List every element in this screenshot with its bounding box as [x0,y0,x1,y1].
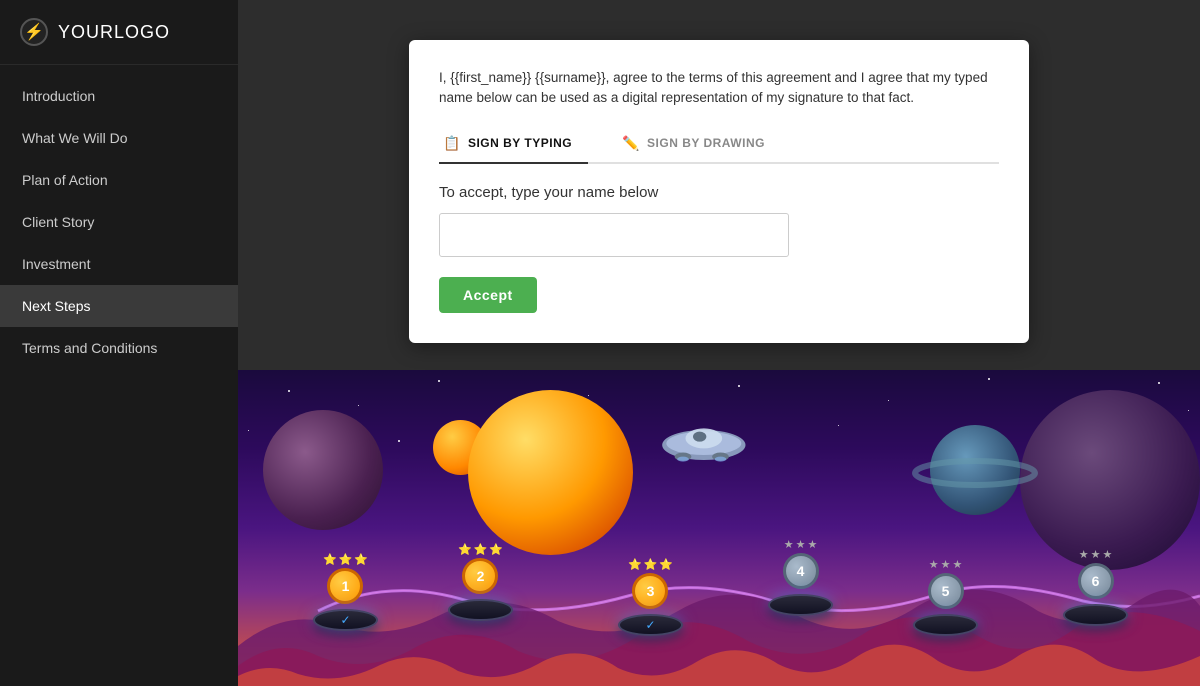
badge-circle-3: 3 [632,573,668,609]
star-1-2: ⭐ [339,553,353,566]
name-input[interactable] [439,213,789,257]
planet-ring [910,453,1040,493]
star-5 [738,385,740,387]
sidebar-item-plan-of-action[interactable]: Plan of Action [0,159,238,201]
badge-3: ⭐ ⭐ ⭐ 3 [628,558,673,609]
star-5-3: ★ [952,558,962,571]
badge-4-stars: ★ ★ ★ [784,538,818,551]
badge-circle-4: 4 [783,553,819,589]
star-2 [358,405,359,406]
badge-2-stars: ⭐ ⭐ ⭐ [458,543,503,556]
star-2-1: ⭐ [458,543,472,556]
star-10 [248,430,249,431]
star-14 [1188,410,1189,411]
platform-disc-2 [448,599,513,621]
drawing-icon: ✏️ [622,135,640,152]
upper-area: I, {{first_name}} {{surname}}, agree to … [238,0,1200,370]
typing-icon: 📋 [443,135,461,152]
space-background: ⭐ ⭐ ⭐ 1 ✓ ⭐ ⭐ ⭐ 2 [238,370,1200,686]
tabs-row: 📋 SIGN BY TYPING ✏️ SIGN BY DRAWING [439,127,999,164]
tab-typing-label: SIGN BY TYPING [468,136,572,150]
sidebar-item-next-steps[interactable]: Next Steps [0,285,238,327]
sidebar-item-client-story[interactable]: Client Story [0,201,238,243]
badge-circle-5: 5 [928,573,964,609]
platform-disc-6 [1063,604,1128,626]
main-content: I, {{first_name}} {{surname}}, agree to … [238,0,1200,686]
star-2-3: ⭐ [489,543,503,556]
badge-circle-6: 6 [1078,563,1114,599]
platform-disc-3: ✓ [618,614,683,636]
sidebar: ⚡ YOURLOGO Introduction What We Will Do … [0,0,238,686]
badge-5-stars: ★ ★ ★ [929,558,963,571]
star-6-1: ★ [1079,548,1089,561]
tab-sign-typing[interactable]: 📋 SIGN BY TYPING [439,127,588,164]
platform-check-1: ✓ [340,613,350,627]
spaceship [658,420,758,470]
badge-6-stars: ★ ★ ★ [1079,548,1113,561]
accept-button[interactable]: Accept [439,277,537,313]
badge-2: ⭐ ⭐ ⭐ 2 [458,543,503,594]
logo-light: LOGO [114,22,170,42]
star-4 [588,395,589,396]
star-7 [988,378,990,380]
sidebar-item-investment[interactable]: Investment [0,243,238,285]
logo-text: YOURLOGO [58,22,170,43]
star-12 [838,425,839,426]
badge-3-stars: ⭐ ⭐ ⭐ [628,558,673,571]
star-6 [888,400,889,401]
modal-card: I, {{first_name}} {{surname}}, agree to … [409,40,1029,343]
star-4-3: ★ [807,538,817,551]
tab-sign-drawing[interactable]: ✏️ SIGN BY DRAWING [618,127,781,164]
platform-group-2: ⭐ ⭐ ⭐ 2 [448,543,513,621]
star-3-2: ⭐ [644,558,658,571]
terrain-svg [238,556,1200,686]
platform-disc-5 [913,614,978,636]
modal-description: I, {{first_name}} {{surname}}, agree to … [439,68,999,109]
star-5-2: ★ [941,558,951,571]
star-6-2: ★ [1091,548,1101,561]
star-4-1: ★ [784,538,794,551]
logo-icon: ⚡ [20,18,48,46]
platform-check-3: ✓ [645,618,655,632]
platform-group-3: ⭐ ⭐ ⭐ 3 ✓ [618,558,683,636]
star-2-2: ⭐ [474,543,488,556]
badge-1-stars: ⭐ ⭐ ⭐ [323,553,368,566]
star-3-3: ⭐ [659,558,673,571]
platform-group-4: ★ ★ ★ 4 [768,538,833,616]
sidebar-item-terms-conditions[interactable]: Terms and Conditions [0,327,238,369]
platform-group-6: ★ ★ ★ 6 [1063,548,1128,626]
logo-bold: YOUR [58,22,114,42]
star-3-1: ⭐ [628,558,642,571]
bolt-icon: ⚡ [24,22,44,42]
badge-circle-1: 1 [327,568,363,604]
star-1-3: ⭐ [354,553,368,566]
platform-disc-1: ✓ [313,609,378,631]
planet-purple-left [263,410,383,530]
star-3 [438,380,440,382]
badge-6: ★ ★ ★ 6 [1078,548,1114,599]
nav-items: Introduction What We Will Do Plan of Act… [0,65,238,369]
platform-disc-4 [768,594,833,616]
platform-group-1: ⭐ ⭐ ⭐ 1 ✓ [313,553,378,631]
sidebar-item-introduction[interactable]: Introduction [0,75,238,117]
sidebar-item-what-we[interactable]: What We Will Do [0,117,238,159]
platform-group-5: ★ ★ ★ 5 [913,558,978,636]
planet-orange-large [468,390,633,555]
badge-4: ★ ★ ★ 4 [783,538,819,589]
star-11 [398,440,400,442]
star-5-1: ★ [929,558,939,571]
star-4-2: ★ [796,538,806,551]
logo-area: ⚡ YOURLOGO [0,0,238,65]
badge-circle-2: 2 [462,558,498,594]
planet-dark-right [1020,390,1200,570]
star-1-1: ⭐ [323,553,337,566]
planet-ringed-container [930,425,1020,515]
badge-1: ⭐ ⭐ ⭐ 1 [323,553,368,604]
star-1 [288,390,290,392]
sign-label: To accept, type your name below [439,184,999,201]
star-9 [1158,382,1160,384]
badge-5: ★ ★ ★ 5 [928,558,964,609]
star-6-3: ★ [1102,548,1112,561]
tab-drawing-label: SIGN BY DRAWING [647,136,765,150]
